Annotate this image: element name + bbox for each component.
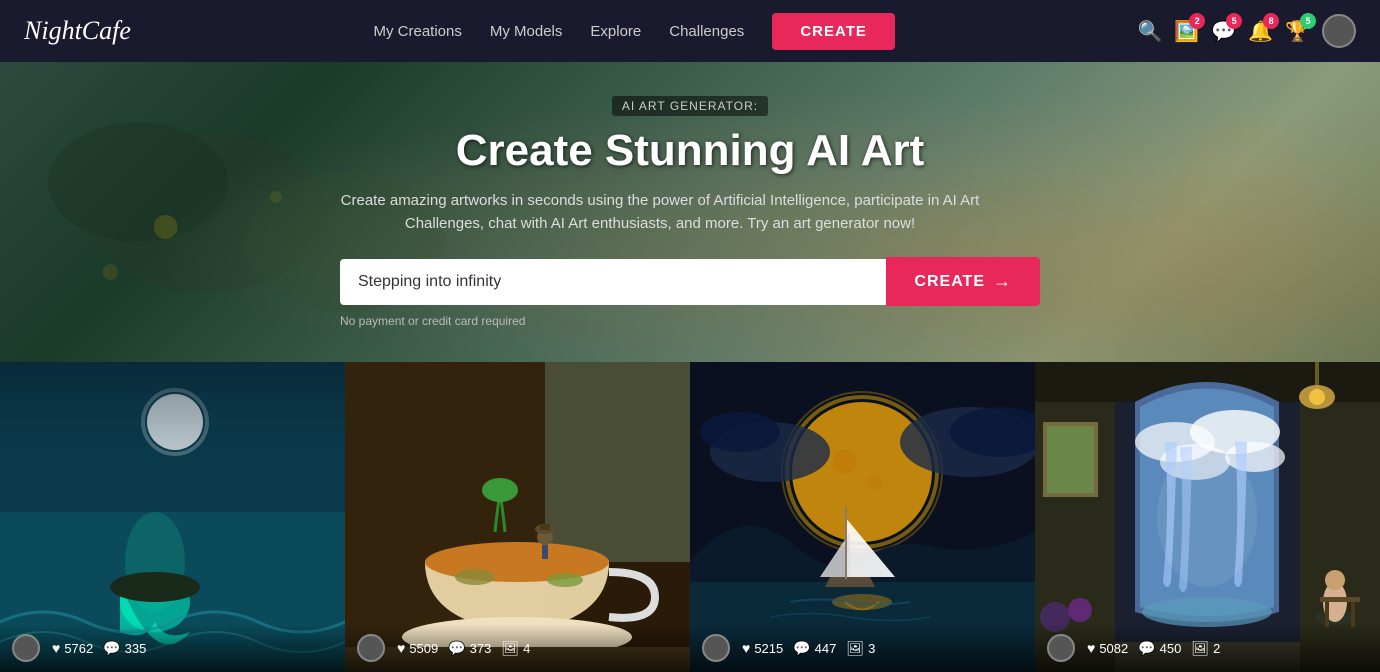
nav-explore[interactable]: Explore	[590, 23, 641, 40]
gallery-avatar	[1047, 634, 1075, 662]
likes-stat: ♥ 5215	[742, 640, 783, 656]
heart-icon: ♥	[1087, 640, 1095, 656]
image-count: 2	[1213, 641, 1220, 656]
comments-count: 447	[815, 641, 837, 656]
gallery-overlay: ♥ 5082 💬 450 🖼 2	[1035, 624, 1380, 672]
hero-input-row: CREATE	[340, 257, 1040, 306]
navbar: NightCafe My Creations My Models Explore…	[0, 0, 1380, 62]
gallery-stats: ♥ 5082 💬 450 🖼 2	[1087, 640, 1220, 657]
nav-links: My Creations My Models Explore Challenge…	[374, 13, 895, 50]
comments-stat: 💬 447	[793, 640, 836, 657]
images-stat: 🖼 3	[846, 640, 875, 657]
chat-icon[interactable]: 💬 5	[1211, 19, 1236, 44]
image-icon[interactable]: 🖼️ 2	[1174, 19, 1199, 44]
gallery-avatar	[12, 634, 40, 662]
hero-subtitle: Create amazing artworks in seconds using…	[340, 190, 980, 235]
notification-icon[interactable]: 🔔 8	[1248, 19, 1273, 44]
hero-create-button[interactable]: CREATE	[886, 257, 1040, 306]
gallery-item[interactable]: ♥ 5762 💬 335	[0, 362, 345, 672]
likes-count: 5762	[64, 641, 93, 656]
gallery-avatar	[702, 634, 730, 662]
hero-content: AI ART GENERATOR: Create Stunning AI Art…	[320, 96, 1060, 328]
gallery: ♥ 5762 💬 335	[0, 362, 1380, 672]
comments-count: 450	[1160, 641, 1182, 656]
gallery-overlay: ♥ 5215 💬 447 🖼 3	[690, 624, 1035, 672]
comments-stat: 💬 373	[448, 640, 491, 657]
hero-note: No payment or credit card required	[340, 314, 1040, 328]
nav-my-models[interactable]: My Models	[490, 23, 563, 40]
gallery-overlay: ♥ 5762 💬 335	[0, 624, 345, 672]
heart-icon: ♥	[742, 640, 750, 656]
images-stat: 🖼 2	[1191, 640, 1220, 657]
search-icon[interactable]: 🔍	[1137, 19, 1162, 44]
gallery-item[interactable]: ♥ 5082 💬 450 🖼 2	[1035, 362, 1380, 672]
comment-icon: 💬	[1138, 640, 1155, 657]
hero-section: AI ART GENERATOR: Create Stunning AI Art…	[0, 62, 1380, 362]
likes-count: 5509	[409, 641, 438, 656]
image-count: 4	[523, 641, 530, 656]
likes-count: 5215	[754, 641, 783, 656]
image-count-icon: 🖼	[846, 640, 864, 657]
trophy-icon[interactable]: 🏆 5	[1285, 19, 1310, 44]
comments-stat: 💬 335	[103, 640, 146, 657]
gallery-avatar	[357, 634, 385, 662]
hero-label: AI ART GENERATOR:	[612, 96, 768, 116]
gallery-stats: ♥ 5509 💬 373 🖼 4	[397, 640, 530, 657]
trophy-badge: 5	[1300, 13, 1316, 29]
gallery-item[interactable]: ♥ 5215 💬 447 🖼 3	[690, 362, 1035, 672]
image-count-icon: 🖼	[501, 640, 519, 657]
prompt-input[interactable]	[340, 259, 886, 305]
image-count-icon: 🖼	[1191, 640, 1209, 657]
heart-icon: ♥	[52, 640, 60, 656]
comments-count: 373	[470, 641, 492, 656]
avatar[interactable]	[1322, 14, 1356, 48]
likes-stat: ♥ 5509	[397, 640, 438, 656]
likes-stat: ♥ 5762	[52, 640, 93, 656]
image-count: 3	[868, 641, 875, 656]
heart-icon: ♥	[397, 640, 405, 656]
likes-stat: ♥ 5082	[1087, 640, 1128, 656]
likes-count: 5082	[1099, 641, 1128, 656]
hero-title: Create Stunning AI Art	[340, 126, 1040, 176]
gallery-item[interactable]: ♥ 5509 💬 373 🖼 4	[345, 362, 690, 672]
gallery-stats: ♥ 5762 💬 335	[52, 640, 146, 657]
images-stat: 🖼 4	[501, 640, 530, 657]
notification-badge: 8	[1263, 13, 1279, 29]
comment-icon: 💬	[793, 640, 810, 657]
nav-my-creations[interactable]: My Creations	[374, 23, 462, 40]
images-badge: 2	[1189, 13, 1205, 29]
comment-icon: 💬	[103, 640, 120, 657]
gallery-stats: ♥ 5215 💬 447 🖼 3	[742, 640, 875, 657]
create-button-nav[interactable]: CREATE	[772, 13, 895, 50]
logo[interactable]: NightCafe	[24, 16, 131, 46]
nav-challenges[interactable]: Challenges	[669, 23, 744, 40]
nav-icons: 🔍 🖼️ 2 💬 5 🔔 8 🏆 5	[1137, 14, 1356, 48]
gallery-overlay: ♥ 5509 💬 373 🖼 4	[345, 624, 690, 672]
comments-stat: 💬 450	[1138, 640, 1181, 657]
comment-icon: 💬	[448, 640, 465, 657]
chat-badge: 5	[1226, 13, 1242, 29]
comments-count: 335	[125, 641, 147, 656]
